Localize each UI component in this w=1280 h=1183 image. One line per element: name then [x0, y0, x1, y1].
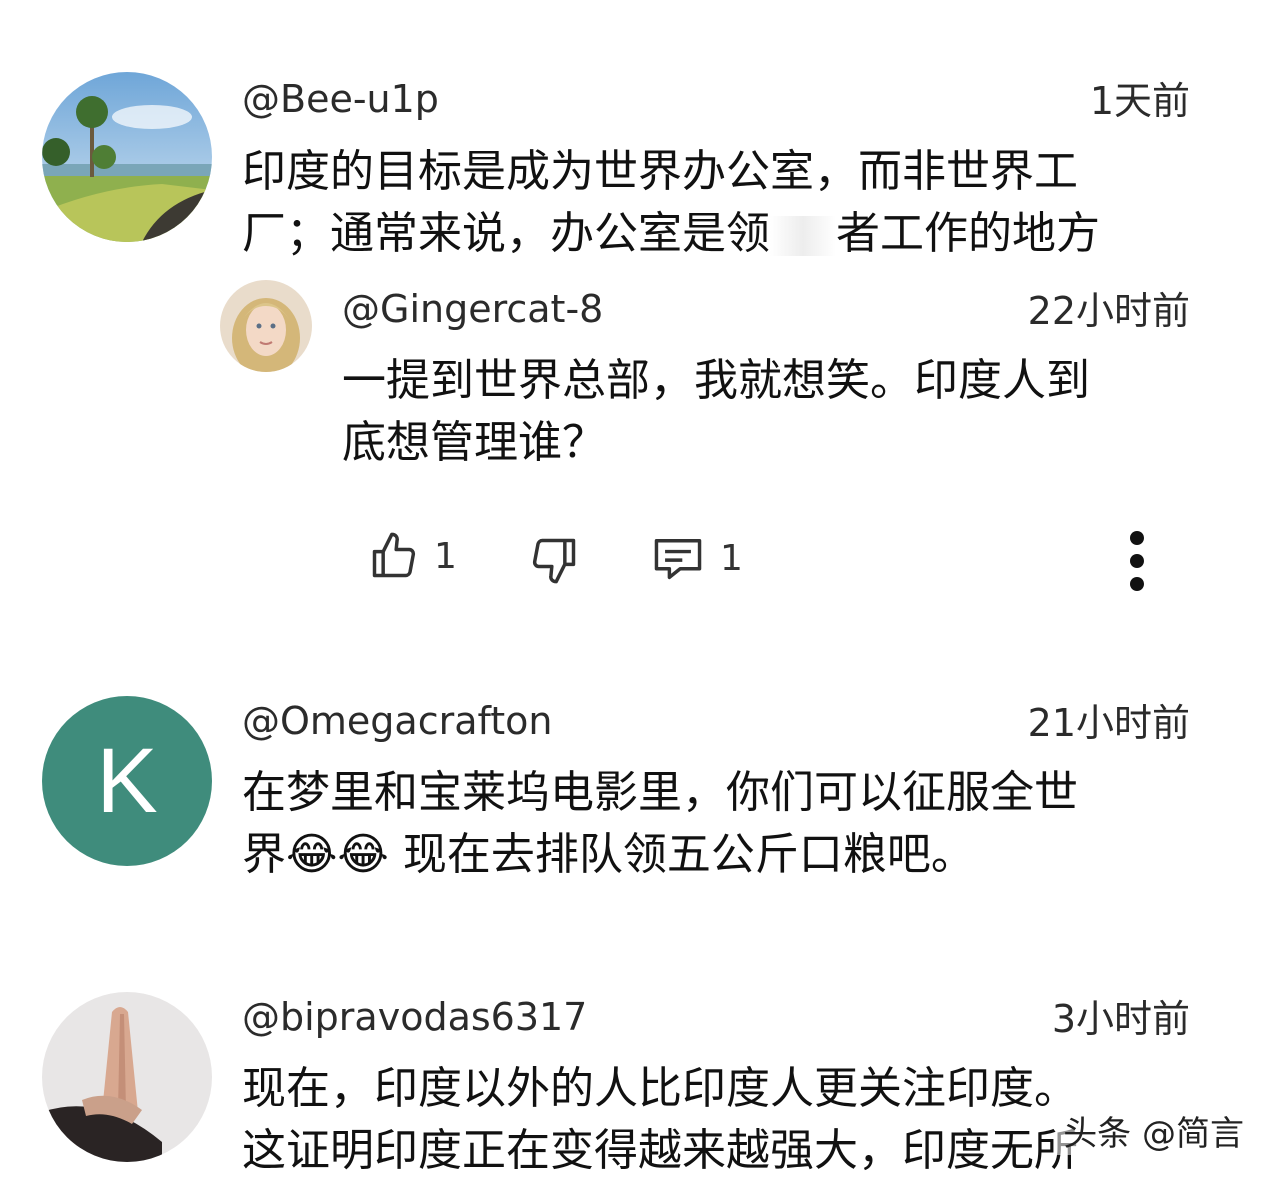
reply-button[interactable]: 1: [650, 532, 743, 584]
comment-text: 印度的目标是成为世界办公室，而非世界工 厂；通常来说，办公室是领 者工作的地方: [242, 141, 1100, 265]
laughing-emoji: 😂😂: [286, 829, 389, 880]
praying-hands-avatar-icon: [42, 992, 212, 1162]
reply-text-line: 底想管理谁？: [342, 417, 606, 468]
comment-text-segment: 者工作的地方: [836, 208, 1100, 259]
avatar-letter: K: [96, 730, 158, 832]
comment-text-segment: 厂；通常来说，办公室是: [242, 208, 726, 259]
comment-author[interactable]: @bipravodas6317: [242, 998, 587, 1036]
thumbs-down-icon: [532, 538, 576, 584]
comment-icon: [654, 539, 702, 580]
comment-time: 3小时前: [1051, 997, 1190, 1041]
reply-text: 一提到世界总部，我就想笑。印度人到 底想管理谁？: [342, 350, 1090, 474]
comment-text-line: 在梦里和宝莱坞电影里，你们可以征服全世: [242, 767, 1078, 818]
more-vertical-icon: [1130, 531, 1144, 591]
more-options-button[interactable]: [1120, 530, 1154, 592]
comment-text: 在梦里和宝莱坞电影里，你们可以征服全世 界😂😂 现在去排队领五公斤口粮吧。: [242, 762, 1078, 886]
redaction-blur: [770, 216, 836, 256]
comment-text-line: 印度的目标是成为世界办公室，而非世界工: [242, 146, 1078, 197]
comment-text-segment: 界: [242, 829, 286, 880]
avatar-omegacrafton[interactable]: K: [42, 696, 212, 866]
avatar-bee-u1p[interactable]: [42, 72, 212, 242]
comment-author[interactable]: @Omegacrafton: [242, 702, 552, 740]
avatar-gingercat-8[interactable]: [220, 280, 312, 372]
reply-time: 22小时前: [1027, 289, 1190, 333]
comment-text: 现在，印度以外的人比印度人更关注印度。 这证明印度正在变得越来越强大，印度无所: [242, 1058, 1078, 1182]
comment-text-line: 界😂😂 现在去排队领五公斤口粮吧。: [242, 824, 1078, 886]
comment-text-line: 现在，印度以外的人比印度人更关注印度。: [242, 1063, 1078, 1114]
like-button[interactable]: 1: [368, 530, 457, 582]
reply-author[interactable]: @Gingercat-8: [342, 290, 603, 328]
blonde-woman-avatar-icon: [220, 280, 312, 372]
comment-text-line: 厂；通常来说，办公室是领 者工作的地方: [242, 203, 1100, 265]
reply-count: 1: [720, 537, 743, 579]
comment-time: 1天前: [1089, 79, 1190, 123]
comment-text-segment: 领: [726, 208, 770, 259]
comment-text-segment: 现在去排队领五公斤口粮吧。: [388, 829, 975, 880]
avatar-bipravodas6317[interactable]: [42, 992, 212, 1162]
dislike-button[interactable]: [528, 534, 580, 586]
comment-time: 21小时前: [1027, 701, 1190, 745]
watermark: 头条 @简言: [1057, 1106, 1250, 1155]
comment-author[interactable]: @Bee-u1p: [242, 80, 439, 118]
like-count: 1: [434, 535, 457, 577]
comment-text-line: 这证明印度正在变得越来越强大，印度无所: [242, 1125, 1078, 1176]
beach-palm-avatar-icon: [42, 72, 212, 242]
thumbs-up-icon: [372, 532, 416, 578]
reply-text-line: 一提到世界总部，我就想笑。印度人到: [342, 355, 1090, 406]
